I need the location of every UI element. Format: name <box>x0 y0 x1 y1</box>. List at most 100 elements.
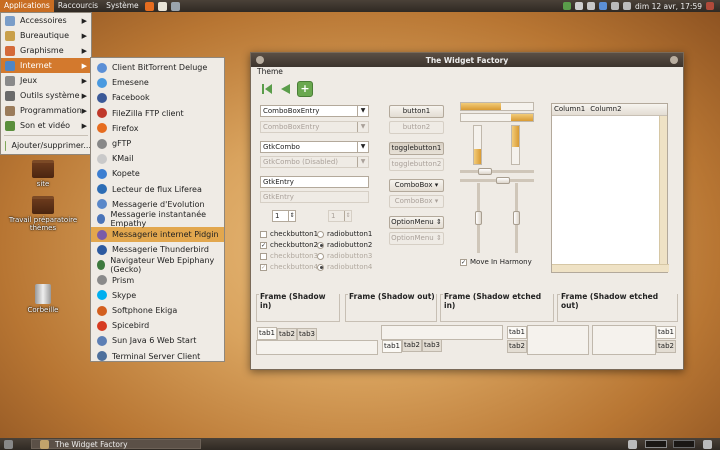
tab-bottom-3[interactable]: tab3 <box>422 339 442 352</box>
spin-button[interactable]: 1 ⇕ <box>272 210 296 222</box>
close-icon[interactable] <box>670 56 678 64</box>
vscale-2[interactable] <box>513 183 520 253</box>
firefox-launcher-icon[interactable] <box>144 1 154 11</box>
submenu-item-liferea[interactable]: Lecteur de flux Liferea <box>91 182 224 197</box>
submenu-item-empathy[interactable]: Messagerie instantanée Empathy <box>91 210 224 228</box>
desktop-icon-site[interactable]: site <box>8 160 78 188</box>
workspace-icon[interactable] <box>628 439 637 449</box>
submenu-item-emesene[interactable]: Emesene <box>91 75 224 90</box>
move-in-harmony-check[interactable]: ✓ Move In Harmony <box>460 258 532 266</box>
submenu-item-deluge[interactable]: Client BitTorrent Deluge <box>91 60 224 75</box>
accessories-icon <box>5 15 15 26</box>
submenu-item-spicebird[interactable]: Spicebird <box>91 318 224 333</box>
menu-separator <box>4 135 88 136</box>
checkbutton1[interactable]: checkbutton1 <box>260 230 318 238</box>
title-bar[interactable]: The Widget Factory <box>251 53 683 67</box>
network-icon[interactable] <box>611 2 620 10</box>
thunderbird-icon <box>97 244 107 255</box>
tab-left-2[interactable]: tab2 <box>507 340 527 353</box>
checkbutton2[interactable]: ✓ checkbutton2 <box>260 241 318 249</box>
gtkcombo[interactable]: GtkCombo ▼ <box>260 141 369 153</box>
office-icon <box>5 30 15 41</box>
hscale-thumb[interactable] <box>478 168 492 175</box>
menu-item-sound-video[interactable]: Son et vidéo ▶ <box>1 118 91 133</box>
trash-icon <box>35 284 51 304</box>
vscale-thumb[interactable] <box>513 211 520 225</box>
radiobutton2[interactable]: radiobutton2 <box>317 241 372 249</box>
menu-item-games[interactable]: Jeux ▶ <box>1 73 91 88</box>
submenu-item-filezilla[interactable]: FileZilla FTP client <box>91 106 224 121</box>
submenu-item-firefox[interactable]: Firefox <box>91 121 224 136</box>
menu-item-internet[interactable]: Internet ▶ <box>1 58 91 73</box>
optionmenu[interactable]: OptionMenu ⇕ <box>389 216 444 229</box>
add-icon[interactable]: + <box>297 81 313 97</box>
menu-theme[interactable]: Theme <box>257 67 283 76</box>
places-menu[interactable]: Raccourcis <box>54 0 102 12</box>
menu-item-graphics[interactable]: Graphisme ▶ <box>1 43 91 58</box>
submenu-item-kopete[interactable]: Kopete <box>91 166 224 181</box>
menu-item-add-remove[interactable]: Ajouter/supprimer... <box>1 138 91 153</box>
submenu-item-ekiga[interactable]: Softphone Ekiga <box>91 303 224 318</box>
submenu-item-epiphany[interactable]: Navigateur Web Epiphany (Gecko) <box>91 256 224 274</box>
menu-item-office[interactable]: Bureautique ▶ <box>1 28 91 43</box>
submenu-arrow-icon: ▶ <box>81 91 87 100</box>
button1[interactable]: button1 <box>389 105 444 118</box>
submenu-item-java[interactable]: Sun Java 6 Web Start <box>91 333 224 348</box>
togglebutton1[interactable]: togglebutton1 <box>389 142 444 155</box>
show-desktop-icon[interactable] <box>4 439 13 449</box>
go-back-icon[interactable] <box>279 84 291 94</box>
messaging-icon[interactable] <box>587 2 596 10</box>
radiobutton1[interactable]: radiobutton1 <box>317 230 372 238</box>
hscale-thumb[interactable] <box>496 177 510 184</box>
mail-launcher-icon[interactable] <box>157 1 167 11</box>
vscale-thumb[interactable] <box>475 211 482 225</box>
submenu-item-gftp[interactable]: gFTP <box>91 136 224 151</box>
horizontal-scrollbar[interactable] <box>552 264 669 272</box>
vscale-1[interactable] <box>475 183 482 253</box>
desktop-icon-travail[interactable]: Travail préparatoire thèmes <box>8 196 78 232</box>
tree-view[interactable]: Column1 Column2 <box>551 103 669 273</box>
system-menu[interactable]: Système <box>102 0 143 12</box>
go-first-icon[interactable] <box>261 84 273 94</box>
mail-icon[interactable] <box>575 2 584 10</box>
tab-top-1[interactable]: tab1 <box>257 327 277 340</box>
column1-header[interactable]: Column1 <box>552 104 585 115</box>
desktop-icon-trash[interactable]: Corbeille <box>8 284 78 314</box>
comboboxentry[interactable]: ComboBoxEntry ▼ <box>260 105 369 117</box>
submenu-item-tsclient[interactable]: Terminal Server Client <box>91 349 224 364</box>
gtkentry[interactable]: GtkEntry <box>260 176 369 188</box>
menu-item-programming[interactable]: Programmation ▶ <box>1 103 91 118</box>
terminal-launcher-icon[interactable] <box>170 1 180 11</box>
vertical-scrollbar[interactable] <box>659 116 667 264</box>
combobox[interactable]: ComboBox ▾ <box>389 179 444 192</box>
tab-left-1[interactable]: tab1 <box>507 326 527 339</box>
update-icon[interactable] <box>563 2 572 10</box>
volume-icon[interactable] <box>623 2 632 10</box>
workspace-1[interactable] <box>645 439 667 448</box>
menu-item-system-tools[interactable]: Outils système ▶ <box>1 88 91 103</box>
workspace-2[interactable] <box>673 439 695 448</box>
submenu-item-skype[interactable]: Skype <box>91 288 224 303</box>
tab-right-1[interactable]: tab1 <box>656 326 676 339</box>
menu-item-accessories[interactable]: Accessoires ▶ <box>1 13 91 28</box>
hscale-2[interactable] <box>460 177 534 184</box>
column2-header[interactable]: Column2 <box>585 104 621 115</box>
applications-menu[interactable]: Applications <box>0 0 54 12</box>
submenu-item-kmail[interactable]: KMail <box>91 151 224 166</box>
submenu-item-facebook[interactable]: Facebook <box>91 90 224 105</box>
window-menu-icon[interactable] <box>256 56 264 64</box>
notebook-top-page <box>256 340 378 355</box>
tab-bottom-2[interactable]: tab2 <box>402 339 422 352</box>
tab-right-2[interactable]: tab2 <box>656 340 676 353</box>
submenu-item-pidgin[interactable]: Messagerie internet Pidgin <box>91 227 224 243</box>
tab-top-3[interactable]: tab3 <box>297 328 317 341</box>
hscale-1[interactable] <box>460 168 534 175</box>
trash-applet-icon[interactable] <box>703 439 712 449</box>
taskbar-button[interactable]: The Widget Factory <box>31 439 201 449</box>
clock[interactable]: dim 12 avr, 17:59 <box>635 2 702 11</box>
submenu-item-prism[interactable]: Prism <box>91 273 224 288</box>
tab-top-2[interactable]: tab2 <box>277 328 297 341</box>
bluetooth-icon[interactable] <box>599 2 608 10</box>
tab-bottom-1[interactable]: tab1 <box>382 340 402 353</box>
power-icon[interactable] <box>706 2 714 10</box>
